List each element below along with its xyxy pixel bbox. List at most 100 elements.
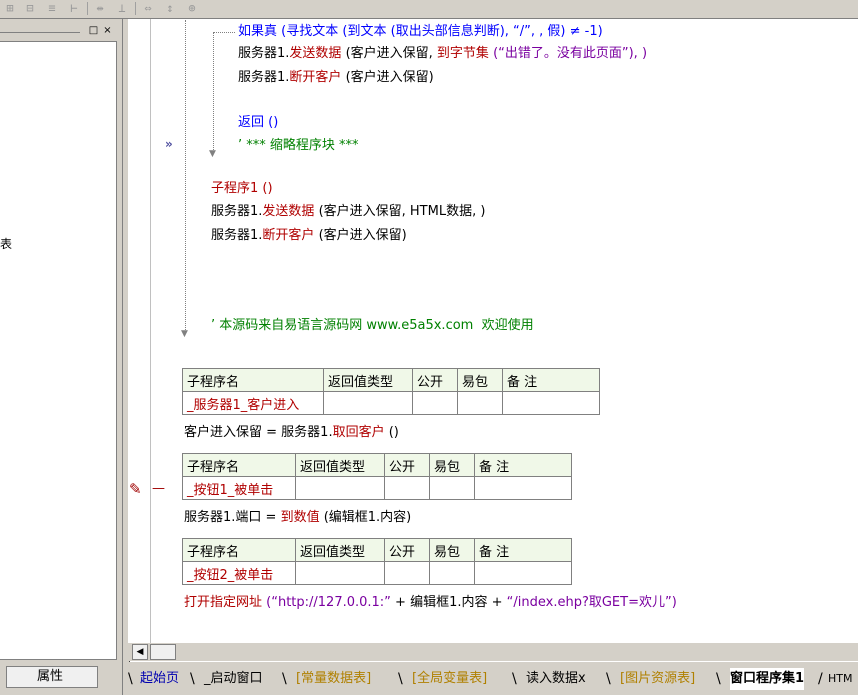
code-object: 服务器1. [238, 46, 290, 61]
header-sub-name: 子程序名 [182, 368, 324, 392]
code-line-folded-comment[interactable]: ’ *** 缩略程序块 *** [238, 138, 359, 154]
subroutine-table-3: 子程序名 返回值类型 公开 易包 备 注 _按钮2_被单击 [182, 538, 572, 585]
block-guide [185, 20, 186, 332]
code-line-disconnect2[interactable]: 服务器1.断开客户 (客户进入保留) [211, 228, 407, 244]
easy-pkg-cell[interactable] [457, 391, 503, 415]
code-line-sub3-stmt[interactable]: 打开指定网址 (“http://127.0.0.1:” + 编辑框1.内容 + … [184, 595, 677, 611]
header-easy-pkg: 易包 [429, 453, 475, 477]
code-token: (“http://127.0.0.1:” [262, 595, 391, 610]
sub-name-cell[interactable]: _服务器1_客户进入 [182, 391, 324, 415]
header-return-type: 返回值类型 [323, 368, 413, 392]
code-object: 服务器1. [281, 425, 333, 440]
code-line-send2[interactable]: 服务器1.发送数据 (客户进入保留, HTML数据, ) [211, 204, 485, 220]
easy-pkg-cell[interactable] [429, 476, 475, 500]
fn-to-number: 到数值 [280, 510, 320, 525]
tab-htm[interactable]: HTM [828, 668, 852, 690]
code-token: (“出错了。没有此页面”), ) [493, 46, 648, 61]
code-token: 服务器1.端口 = [184, 510, 281, 525]
public-cell[interactable] [412, 391, 458, 415]
header-remark: 备 注 [474, 538, 572, 562]
code-line-subcall[interactable]: 子程序1 () [211, 181, 273, 197]
left-panel-list[interactable] [0, 41, 117, 660]
remark-cell[interactable] [502, 391, 600, 415]
tab-image-resources[interactable]: [图片资源表] [620, 668, 695, 690]
header-return-type: 返回值类型 [295, 538, 385, 562]
code-token: (取出头部信息判断), “/”, , 假) ≠ -1) [390, 24, 603, 39]
pencil-edit-icon: ✎ [129, 480, 142, 498]
public-cell[interactable] [384, 561, 430, 585]
tab-constant-table[interactable]: [常量数据表] [296, 668, 371, 690]
code-token: (客户进入保留, [345, 46, 437, 61]
fn-disconnect: 断开客户 [262, 228, 315, 243]
properties-tab[interactable]: 属性 [6, 666, 98, 688]
code-token: + 编辑框1.内容 + [390, 595, 507, 610]
tab-window-program-set[interactable]: 窗口程序集1 [730, 668, 805, 690]
tab-divider: / [818, 671, 823, 687]
code-object: 服务器1. [238, 70, 290, 85]
sub-name-cell[interactable]: _按钮1_被单击 [182, 476, 296, 500]
tab-divider: \ [128, 671, 133, 687]
sub-name-cell[interactable]: _按钮2_被单击 [182, 561, 296, 585]
header-sub-name: 子程序名 [182, 538, 296, 562]
header-easy-pkg: 易包 [429, 538, 475, 562]
block-end-arrow-icon: ▼ [181, 329, 188, 339]
header-easy-pkg: 易包 [457, 368, 503, 392]
code-line-source-comment[interactable]: ’ 本源码来自易语言源码网 www.e5a5x.com 欢迎使用 [211, 318, 534, 334]
fn-open-url: 打开指定网址 [184, 595, 263, 610]
scroll-left-icon[interactable]: ◀ [132, 644, 148, 660]
fn-find-text: 寻找文本 [286, 24, 339, 39]
block-end-arrow-icon: ▼ [209, 149, 216, 159]
code-token: (编辑框1.内容) [319, 510, 412, 525]
tab-divider: \ [398, 671, 403, 687]
code-line-send[interactable]: 服务器1.发送数据 (客户进入保留, 到字节集 (“出错了。没有此页面”), ) [238, 46, 647, 62]
return-type-cell[interactable] [323, 391, 413, 415]
fn-get-client: 取回客户 [332, 425, 385, 440]
code-token: (客户进入保留, HTML数据, ) [318, 204, 486, 219]
toolbar-icon-2[interactable]: ⊟ [22, 1, 38, 15]
remark-cell[interactable] [474, 476, 572, 500]
horizontal-scrollbar[interactable]: ◀ [128, 643, 858, 661]
code-token: 客户进入保留 = [184, 425, 282, 440]
tab-divider: \ [512, 671, 517, 687]
toolbar-icon-9[interactable]: ⊕ [184, 1, 200, 15]
code-token: () [384, 425, 399, 440]
code-token: (客户进入保留) [318, 228, 407, 243]
code-line-sub1-stmt[interactable]: 客户进入保留 = 服务器1.取回客户 () [184, 425, 399, 441]
code-line-disconnect[interactable]: 服务器1.断开客户 (客户进入保留) [238, 70, 434, 86]
header-public: 公开 [384, 453, 430, 477]
tab-divider: \ [282, 671, 287, 687]
remark-cell[interactable] [474, 561, 572, 585]
tab-startup-window[interactable]: _启动窗口 [204, 668, 263, 690]
edit-line-dash: — [152, 481, 165, 496]
toolbar-icon-3[interactable]: ≡ [44, 1, 60, 15]
toolbar: ⊞ ⊟ ≡ ⊢ ⇹ ⊥ ⇔ ↕ ⊕ [0, 0, 858, 19]
tab-global-vars[interactable]: [全局变量表] [412, 668, 487, 690]
tab-start-page[interactable]: 起始页 [140, 668, 179, 690]
keyword-if-true: 如果真 [238, 24, 278, 39]
return-type-cell[interactable] [295, 476, 385, 500]
code-object: 服务器1. [211, 204, 263, 219]
toolbar-icon-5[interactable]: ⇹ [92, 1, 108, 15]
toolbar-icon-7[interactable]: ⇔ [140, 1, 156, 15]
left-list-partial-text: 表 [0, 237, 13, 251]
close-icon[interactable]: × [102, 26, 113, 36]
code-line-sub2-stmt[interactable]: 服务器1.端口 = 到数值 (编辑框1.内容) [184, 510, 411, 526]
toolbar-icon-8[interactable]: ↕ [162, 1, 178, 15]
return-type-cell[interactable] [295, 561, 385, 585]
fn-send-data: 发送数据 [289, 46, 342, 61]
left-panel-header: □ × [0, 24, 118, 40]
code-token: (客户进入保留) [345, 70, 434, 85]
code-line-if[interactable]: 如果真 (寻找文本 (到文本 (取出头部信息判断), “/”, , 假) ≠ -… [238, 24, 603, 40]
code-gutter [128, 19, 151, 643]
toolbar-icon-1[interactable]: ⊞ [2, 1, 18, 15]
toolbar-icon-6[interactable]: ⊥ [114, 1, 130, 15]
public-cell[interactable] [384, 476, 430, 500]
tab-read-data[interactable]: 读入数据x [526, 668, 586, 690]
easy-pkg-cell[interactable] [429, 561, 475, 585]
subroutine-table-1: 子程序名 返回值类型 公开 易包 备 注 _服务器1_客户进入 [182, 368, 600, 415]
restore-icon[interactable]: □ [88, 26, 99, 36]
code-line-return[interactable]: 返回 () [238, 115, 278, 131]
scroll-thumb[interactable] [150, 644, 176, 660]
fn-to-bytes: 到字节集 [436, 46, 489, 61]
toolbar-icon-4[interactable]: ⊢ [66, 1, 82, 15]
